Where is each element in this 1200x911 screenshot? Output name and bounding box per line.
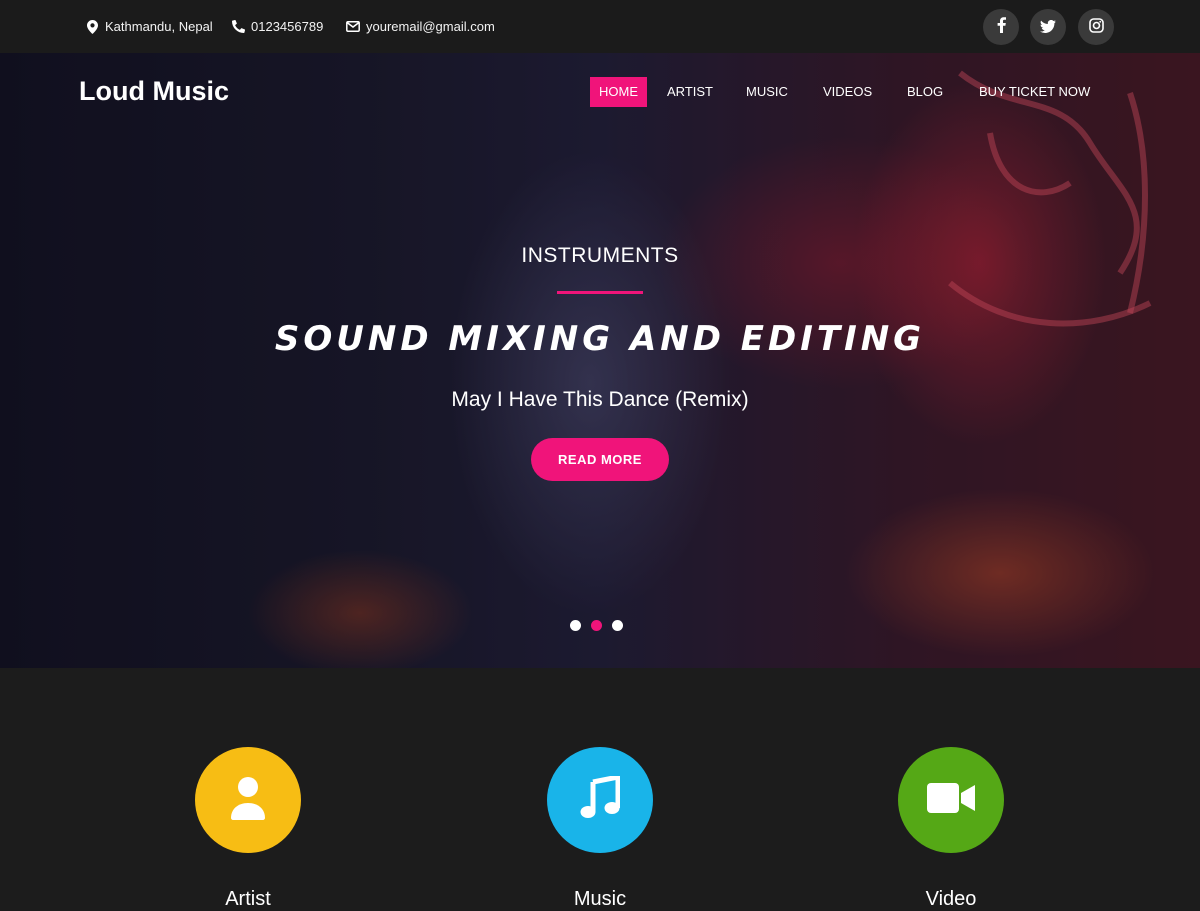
envelope-icon [346,20,360,34]
feature-artist-circle[interactable] [195,747,301,853]
slider-dot-3[interactable] [612,620,623,631]
contact-phone[interactable]: 0123456789 [231,0,323,53]
twitter-button[interactable] [1030,9,1066,45]
nav-videos[interactable]: VIDEOS [823,77,872,107]
map-pin-icon [85,19,99,34]
email-text: youremail@gmail.com [366,19,495,34]
feature-video-circle[interactable] [898,747,1004,853]
nav-music[interactable]: MUSIC [746,77,788,107]
instagram-icon [1088,17,1104,37]
nav-artist[interactable]: ARTIST [667,77,713,107]
nav-home[interactable]: HOME [590,77,647,107]
phone-text: 0123456789 [251,19,324,34]
nav-buy-ticket[interactable]: BUY TICKET NOW [979,77,1090,107]
video-camera-icon [927,782,975,818]
slider-dot-1[interactable] [570,620,581,631]
instagram-button[interactable] [1078,9,1114,45]
facebook-icon [997,17,1006,37]
hero-headline: SOUND MIXING AND EDITING [274,319,926,359]
nav-blog[interactable]: BLOG [907,77,943,107]
phone-icon [231,20,245,34]
hero-divider [557,291,643,294]
read-more-button[interactable]: READ MORE [531,438,669,481]
user-icon [229,776,267,824]
contact-email[interactable]: youremail@gmail.com [346,0,495,53]
features-section: Artist Music Video [0,668,1200,910]
hero-slider: Loud Music HOME ARTIST MUSIC VIDEOS BLOG… [0,53,1200,668]
facebook-button[interactable] [983,9,1019,45]
music-note-icon [580,773,621,824]
contact-location: Kathmandu, Nepal [85,0,213,53]
twitter-icon [1040,18,1056,37]
top-bar: Kathmandu, Nepal 0123456789 youremail@gm… [0,0,1200,53]
feature-music-circle[interactable] [547,747,653,853]
location-text: Kathmandu, Nepal [105,19,213,34]
hero-subheading: May I Have This Dance (Remix) [451,388,749,411]
slider-dot-2-active[interactable] [591,620,602,631]
site-logo[interactable]: Loud Music [79,76,229,107]
hero-eyebrow: INSTRUMENTS [521,244,679,267]
hero-overlay [0,53,1200,668]
